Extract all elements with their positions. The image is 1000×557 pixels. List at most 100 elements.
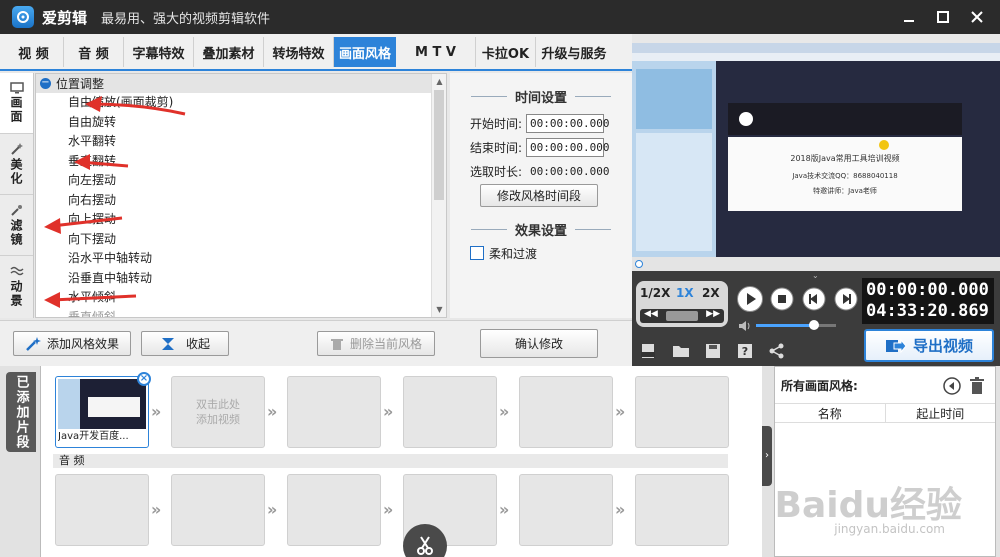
side-tab-label: 美化 <box>9 158 23 186</box>
seek-bar[interactable] <box>632 257 1000 271</box>
main-tab-bar: 视 频 音 频 字幕特效 叠加素材 转场特效 画面风格 M T V 卡拉OK 升… <box>0 34 632 71</box>
time-settings-title: 时间设置 <box>450 85 632 107</box>
tab-karaoke[interactable]: 卡拉OK <box>476 37 536 67</box>
rewind-icon[interactable]: ◀◀ <box>644 309 658 319</box>
column-time-range[interactable]: 起止时间 <box>884 404 996 422</box>
speed-2x-button[interactable]: 2X <box>702 286 720 300</box>
screen-icon <box>9 82 24 94</box>
next-frame-icon[interactable] <box>832 285 860 313</box>
stop-icon[interactable] <box>768 285 796 313</box>
side-tab-filter[interactable]: 滤镜 <box>0 195 33 256</box>
modify-style-time-button[interactable]: 修改风格时间段 <box>480 184 598 207</box>
file-toolbar: ? <box>640 343 786 359</box>
scroll-thumb[interactable] <box>434 90 444 200</box>
help-icon[interactable]: ? <box>736 343 754 359</box>
play-icon[interactable] <box>736 285 764 313</box>
side-tab-motion[interactable]: 动景 <box>0 256 33 317</box>
export-video-button[interactable]: 导出视频 <box>864 329 994 362</box>
app-slogan: 最易用、强大的视频剪辑软件 <box>101 11 271 27</box>
trash-icon[interactable] <box>969 377 985 395</box>
tree-item[interactable]: 沿水平中轴转动 <box>36 249 446 269</box>
audio-slot[interactable] <box>519 474 613 546</box>
chevron-right-icon: » <box>383 500 394 519</box>
video-preview[interactable]: 2018版Java常用工具培训视频 Java技术交流QQ：8688040118 … <box>632 43 1000 257</box>
open-folder-icon[interactable] <box>672 343 690 359</box>
remove-clip-icon[interactable]: × <box>137 372 151 386</box>
chevron-right-icon: » <box>151 402 162 421</box>
sparkle-icon <box>10 205 22 216</box>
chevron-right-icon: » <box>499 402 510 421</box>
tree-item[interactable]: 向左摆动 <box>36 171 446 191</box>
added-clips-tab[interactable]: 已添加片段 <box>6 372 36 452</box>
audio-slot[interactable] <box>635 474 729 546</box>
seek-handle[interactable] <box>635 260 643 268</box>
magic-wand-icon <box>10 143 23 155</box>
trash-icon <box>330 338 343 350</box>
add-style-effect-button[interactable]: 添加风格效果 <box>13 331 131 356</box>
collapse-minus-icon[interactable]: − <box>40 78 51 89</box>
chevron-right-icon: » <box>267 402 278 421</box>
fast-forward-icon[interactable]: ▶▶ <box>706 309 720 319</box>
empty-clip-slot[interactable]: 双击此处 添加视频 <box>171 376 265 448</box>
svg-text:?: ? <box>742 345 748 358</box>
empty-clip-slot[interactable] <box>635 376 729 448</box>
tab-video[interactable]: 视 频 <box>4 37 64 67</box>
chevron-right-icon: » <box>383 402 394 421</box>
previous-frame-icon[interactable] <box>800 285 828 313</box>
minimize-button[interactable] <box>892 0 926 34</box>
end-time-input[interactable]: 00:00:00.000 <box>526 137 610 157</box>
add-effect-icon <box>26 336 41 351</box>
close-button[interactable] <box>960 0 994 34</box>
delete-current-style-button[interactable]: 删除当前风格 <box>317 331 435 356</box>
empty-clip-slot[interactable] <box>403 376 497 448</box>
annotation-arrow <box>85 96 186 116</box>
scroll-down-icon[interactable]: ▼ <box>432 302 446 317</box>
end-time-label: 结束时间: <box>470 140 523 155</box>
scissors-icon <box>417 536 433 555</box>
clip-thumbnail <box>58 379 146 429</box>
tab-subtitle-effects[interactable]: 字幕特效 <box>124 37 194 67</box>
speed-1x-button[interactable]: 1X <box>676 286 694 300</box>
collapse-button[interactable]: 收起 <box>141 331 229 356</box>
chevron-down-icon[interactable]: ⌄ <box>812 271 822 280</box>
side-tab-beautify[interactable]: 美化 <box>0 134 33 195</box>
jog-knob[interactable] <box>666 311 698 321</box>
confirm-modify-button[interactable]: 确认修改 <box>480 329 598 358</box>
video-clip[interactable]: Java开发百度... <box>55 376 149 448</box>
tab-picture-style[interactable]: 画面风格 <box>334 37 396 67</box>
annotation-arrow <box>44 216 123 234</box>
smooth-transition-checkbox[interactable] <box>470 246 484 260</box>
tab-transition-effects[interactable]: 转场特效 <box>264 37 334 67</box>
tree-item[interactable]: 水平翻转 <box>36 132 446 152</box>
new-project-icon[interactable] <box>640 343 658 359</box>
back-icon[interactable] <box>943 377 961 395</box>
empty-clip-slot[interactable] <box>519 376 613 448</box>
tree-group-position[interactable]: − 位置调整 <box>36 74 446 93</box>
tab-overlay-material[interactable]: 叠加素材 <box>194 37 264 67</box>
app-name: 爱剪辑 <box>42 8 88 27</box>
side-tab-screen[interactable]: 画面 <box>0 73 33 134</box>
maximize-button[interactable] <box>926 0 960 34</box>
volume-slider[interactable] <box>756 320 836 330</box>
tree-scrollbar[interactable]: ▲ ▼ <box>431 74 446 317</box>
volume-handle[interactable] <box>808 320 819 330</box>
jog-bar[interactable]: ◀◀ ▶▶ <box>640 309 724 323</box>
tree-item[interactable]: 沿垂直中轴转动 <box>36 269 446 289</box>
share-icon[interactable] <box>768 343 786 359</box>
scroll-up-icon[interactable]: ▲ <box>432 74 446 89</box>
tab-mtv[interactable]: M T V <box>396 37 476 67</box>
audio-slot[interactable] <box>171 474 265 546</box>
tab-audio[interactable]: 音 频 <box>64 37 124 67</box>
save-icon[interactable] <box>704 343 722 359</box>
volume-icon[interactable] <box>738 320 752 335</box>
tree-item[interactable]: 向右摆动 <box>36 191 446 211</box>
empty-clip-slot[interactable] <box>287 376 381 448</box>
audio-slot[interactable] <box>55 474 149 546</box>
column-name[interactable]: 名称 <box>775 404 885 422</box>
start-time-input[interactable]: 00:00:00.000 <box>526 113 610 133</box>
speed-half-button[interactable]: 1/2X <box>640 286 670 300</box>
expand-panel-toggle[interactable]: › <box>762 426 772 486</box>
audio-slot[interactable] <box>287 474 381 546</box>
chevron-right-icon: » <box>615 402 626 421</box>
tab-upgrade-service[interactable]: 升级与服务 <box>536 37 612 67</box>
